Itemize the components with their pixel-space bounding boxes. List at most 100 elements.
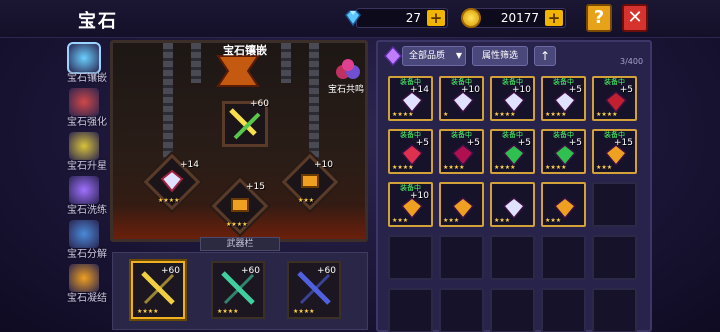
weapon-stars: ★★★★ [217, 308, 239, 315]
gem-cell[interactable]: 装备中 +10 ★ [439, 76, 484, 121]
sidebar-item-label: 宝石洗练 [67, 205, 107, 216]
gem-cell[interactable]: 装备中 +10 ★★★★ [490, 76, 535, 121]
sidebar-item-label: 宝石镶嵌 [67, 73, 107, 84]
attribute-filter-button[interactable]: 属性筛选 [472, 46, 528, 66]
gem-cell[interactable]: 装备中 +5 ★★★★ [592, 76, 637, 121]
weapon-slot-1[interactable]: +60 ★★★★ [211, 261, 265, 319]
page-title: 宝石 [78, 11, 118, 32]
sidebar-item-4[interactable]: 宝石分解 [64, 218, 107, 262]
close-button[interactable]: ✕ [622, 4, 648, 32]
gem-stars: ★★★ [596, 164, 613, 171]
gem-cell[interactable] [541, 288, 586, 332]
gem-cell[interactable] [592, 182, 637, 227]
top-bar: 宝石 27 + 20177 + ? ✕ [0, 0, 720, 38]
gem-level: +5 [466, 138, 480, 148]
gem-level: +5 [517, 138, 531, 148]
gem-cell[interactable]: ★★★ [541, 182, 586, 227]
gem-cell[interactable]: 装备中 +14 ★★★★ [388, 76, 433, 121]
inventory-count: 3/400 [620, 57, 644, 66]
gem-level: +10 [512, 85, 531, 95]
coin-counter: 20177 + [461, 8, 566, 28]
gem-level: +5 [568, 138, 582, 148]
gem-cell[interactable] [388, 235, 433, 280]
gem-cell[interactable]: 装备中 +5 ★★★★ [439, 129, 484, 174]
gem-cell[interactable] [388, 288, 433, 332]
gem-stars: ★★★★ [392, 111, 414, 118]
weapon-slot-0[interactable]: +60 ★★★★ [131, 261, 185, 319]
gem-cell[interactable]: ★★★ [490, 182, 535, 227]
sidebar-item-1[interactable]: 宝石强化 [64, 86, 107, 130]
weapon-stars: ★★★★ [137, 308, 159, 315]
gem-stars: ★★★★ [545, 164, 567, 171]
weapon-stars: ★★★★ [293, 308, 315, 315]
gem-resonance-icon[interactable] [334, 58, 362, 82]
gem-cell[interactable] [541, 235, 586, 280]
add-diamond-button[interactable]: + [427, 10, 445, 26]
weapon-level: +60 [161, 266, 180, 276]
gem-cell[interactable] [490, 288, 535, 332]
gem-cell[interactable]: 装备中 +5 ★★★★ [541, 129, 586, 174]
slot-right-stars: ★★★ [298, 197, 315, 204]
slot-left-stars: ★★★★ [158, 197, 180, 204]
sidebar-item-3[interactable]: 宝石洗练 [64, 174, 107, 218]
up-arrow-icon: ↑ [539, 49, 551, 63]
gem-level: +5 [619, 85, 633, 95]
gem-stars: ★★★★ [494, 111, 516, 118]
gem-stars: ★★★★ [443, 164, 465, 171]
gem-cell[interactable]: 装备中 +10 ★★★ [388, 182, 433, 227]
gem-cell[interactable]: 装备中 +5 ★★★★ [541, 76, 586, 121]
gem-level: +5 [415, 138, 429, 148]
gem-stars: ★ [443, 111, 449, 118]
coin-count: 20177 [500, 11, 539, 25]
sidebar-item-label: 宝石凝结 [67, 293, 107, 304]
sidebar-item-icon [69, 88, 99, 116]
sidebar-item-icon [69, 132, 99, 160]
slot-right-level: +10 [314, 160, 333, 170]
gem-cell[interactable] [592, 235, 637, 280]
sidebar: 宝石镶嵌宝石强化宝石升星宝石洗练宝石分解宝石凝结 [64, 42, 107, 306]
gem-cell[interactable]: 装备中 +5 ★★★★ [490, 129, 535, 174]
gem-cell[interactable]: 装备中 +15 ★★★ [592, 129, 637, 174]
add-coin-button[interactable]: + [545, 10, 563, 26]
weapon-level: +60 [317, 266, 336, 276]
sidebar-item-label: 宝石升星 [67, 161, 107, 172]
sidebar-item-0[interactable]: 宝石镶嵌 [64, 42, 107, 86]
gem-level: +14 [410, 85, 429, 95]
sidebar-item-label: 宝石强化 [67, 117, 107, 128]
gem-cell[interactable] [490, 235, 535, 280]
gem-cell[interactable] [439, 288, 484, 332]
sort-button[interactable]: ↑ [534, 46, 556, 66]
gem-resonance-label: 宝石共鸣 [327, 85, 364, 95]
scroll-gem-icon [231, 198, 249, 212]
quality-filter-dropdown[interactable]: 全部品质 ▼ [402, 46, 466, 66]
inlay-title: 宝石镶嵌 [223, 44, 267, 57]
sidebar-item-2[interactable]: 宝石升星 [64, 130, 107, 174]
gem-icon [503, 197, 525, 219]
weapon-level: +60 [241, 266, 260, 276]
gem-level: +5 [568, 85, 582, 95]
gem-level: +10 [461, 85, 480, 95]
quality-gem-icon [384, 46, 402, 66]
weapons-bar: +60 ★★★★ +60 ★★★★ +60 ★★★★ [112, 252, 368, 330]
coin-icon [461, 8, 481, 28]
gem-cell[interactable]: ★★★ [439, 182, 484, 227]
gem-cell[interactable] [592, 288, 637, 332]
slot-middle-level: +15 [246, 182, 265, 192]
help-button[interactable]: ? [586, 4, 612, 32]
gem-stars: ★★★★ [545, 111, 567, 118]
diamond-counter: 27 + [345, 8, 448, 28]
sidebar-item-icon [69, 264, 99, 292]
gem-stars: ★★★ [494, 217, 511, 224]
gem-stars: ★★★ [392, 217, 409, 224]
slot-left-level: +14 [180, 160, 199, 170]
gem-stars: ★★★ [545, 217, 562, 224]
gem-cell[interactable]: 装备中 +5 ★★★★ [388, 129, 433, 174]
gem-icon [160, 169, 184, 193]
weapon-slot-2[interactable]: +60 ★★★★ [287, 261, 341, 319]
gem-screen: 宝石 27 + 20177 + ? ✕ 宝石镶嵌宝石强化宝石升星宝石洗练宝石分解… [0, 0, 720, 332]
gem-icon [554, 197, 576, 219]
gem-stars: ★★★★ [494, 164, 516, 171]
gem-cell[interactable] [439, 235, 484, 280]
sidebar-item-5[interactable]: 宝石凝结 [64, 262, 107, 306]
sidebar-item-label: 宝石分解 [67, 249, 107, 260]
